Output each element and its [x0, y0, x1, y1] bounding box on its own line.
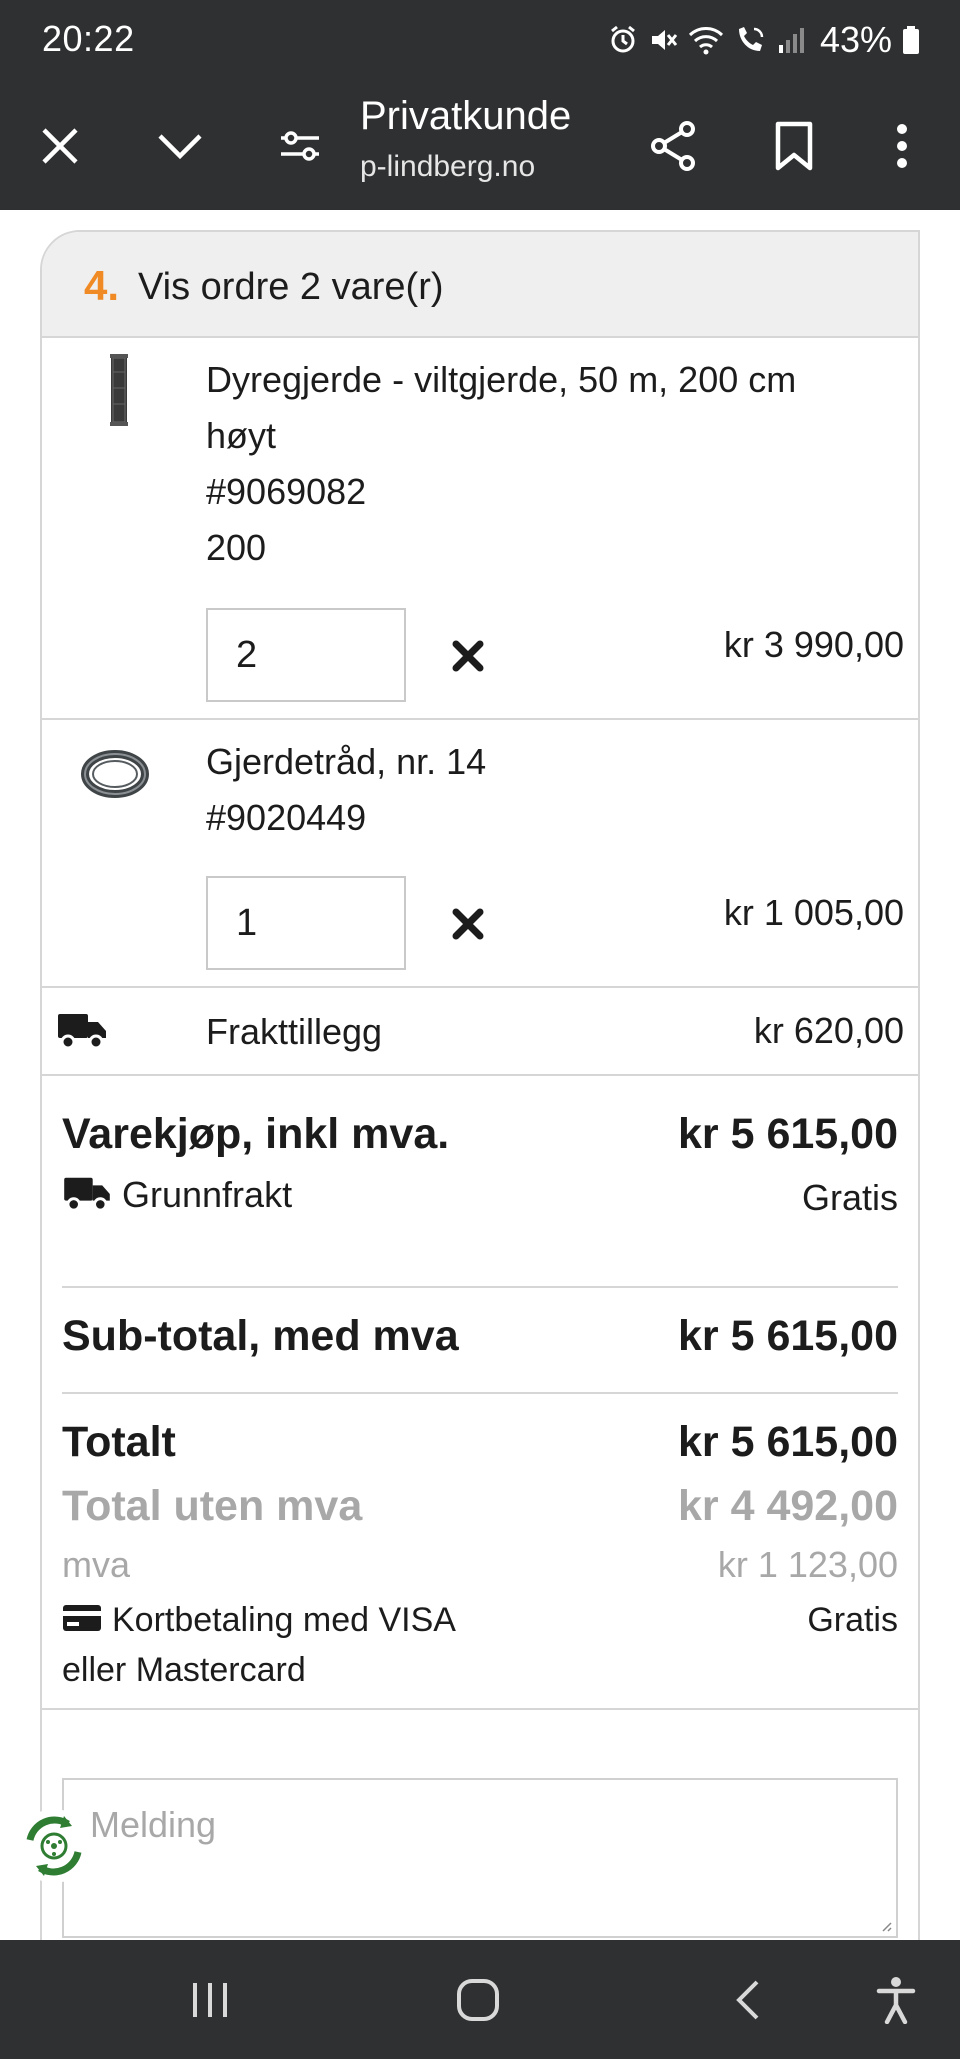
- close-tab-button[interactable]: [30, 116, 90, 176]
- recent-apps-icon: [193, 1983, 227, 2017]
- bookmark-button[interactable]: [764, 116, 824, 176]
- divider: [62, 1286, 898, 1288]
- more-vertical-icon: [897, 124, 907, 168]
- close-icon: [42, 128, 78, 164]
- step-number: 4.: [84, 262, 120, 309]
- home-button[interactable]: [448, 1970, 508, 2030]
- credit-card-icon: [62, 1598, 102, 1646]
- battery-icon: [902, 25, 920, 55]
- item-name[interactable]: Gjerdetråd, nr. 14: [206, 734, 486, 790]
- item-sku: #9020449: [206, 797, 367, 838]
- product-image[interactable]: [104, 352, 134, 428]
- tune-icon: [281, 131, 319, 161]
- alarm-icon: [608, 25, 638, 55]
- share-button[interactable]: [644, 116, 704, 176]
- page-content[interactable]: 4. Vis ordre 2 vare(r) Dyregjerde - vilt…: [0, 210, 960, 1940]
- payment-line: Kortbetaling med VISA eller Mastercard G…: [62, 1596, 898, 1694]
- mute-icon: [648, 25, 678, 55]
- total-value: kr 5 615,00: [678, 1418, 898, 1466]
- remove-icon: [452, 640, 484, 672]
- item-name[interactable]: Dyregjerde - viltgjerde, 50 m, 200 cm: [206, 352, 796, 408]
- chevron-down-icon: [158, 134, 202, 160]
- purchase-total-line: Varekjøp, inkl mva. kr 5 615,00: [62, 1110, 898, 1159]
- total-line: Totalt kr 5 615,00: [62, 1418, 898, 1467]
- recent-apps-button[interactable]: [180, 1970, 240, 2030]
- subtotal-label: Sub-total, med mva: [62, 1312, 459, 1360]
- order-panel: 4. Vis ordre 2 vare(r) Dyregjerde - vilt…: [40, 230, 920, 1940]
- payment-label: Kortbetaling med VISA: [112, 1601, 456, 1639]
- share-icon: [651, 121, 695, 171]
- page-title: Privatkunde: [360, 94, 572, 138]
- total-label: Totalt: [62, 1418, 176, 1466]
- freight-price: kr 620,00: [753, 1010, 904, 1051]
- signal-icon: [776, 25, 806, 55]
- divider: [42, 1708, 918, 1710]
- vat-line: mva kr 1 123,00: [62, 1544, 898, 1586]
- bookmark-icon: [775, 121, 813, 171]
- payment-method: Kortbetaling med VISA eller Mastercard: [62, 1596, 456, 1694]
- item-price: kr 1 005,00: [723, 892, 904, 933]
- quantity-input[interactable]: 2: [206, 608, 406, 702]
- remove-item-button[interactable]: [448, 904, 488, 944]
- base-freight-value: Gratis: [801, 1176, 898, 1218]
- minimize-tab-button[interactable]: [150, 116, 210, 176]
- status-bar: 20:22 43%: [0, 0, 960, 80]
- freight-label: Frakttillegg: [206, 1011, 383, 1052]
- total-ex-vat-line: Total uten mva kr 4 492,00: [62, 1482, 898, 1531]
- order-panel-header[interactable]: 4. Vis ordre 2 vare(r): [42, 232, 918, 338]
- quantity-input[interactable]: 1: [206, 876, 406, 970]
- battery-percent: 43%: [819, 19, 892, 60]
- base-freight: Grunnfrakt: [62, 1174, 292, 1221]
- site-settings-button[interactable]: [270, 116, 330, 176]
- item-variant: 200: [206, 527, 267, 568]
- total-ex-vat-label: Total uten mva: [62, 1482, 363, 1530]
- more-options-button[interactable]: [872, 116, 932, 176]
- vat-label: mva: [62, 1544, 131, 1585]
- vat-value: kr 1 123,00: [717, 1544, 898, 1585]
- accessibility-button[interactable]: [866, 1970, 926, 2030]
- item-details: Gjerdetråd, nr. 14 #9020449: [206, 734, 486, 846]
- subtotal-line: Sub-total, med mva kr 5 615,00: [62, 1312, 898, 1361]
- status-time: 20:22: [42, 18, 135, 59]
- purchase-label: Varekjøp, inkl mva.: [62, 1110, 450, 1158]
- remove-item-button[interactable]: [448, 636, 488, 676]
- truck-icon: [62, 1174, 112, 1221]
- freight-row: Frakttillegg kr 620,00: [42, 988, 918, 1076]
- back-button[interactable]: [718, 1970, 778, 2030]
- accessibility-icon: [876, 1977, 916, 2024]
- order-item-row: Dyregjerde - viltgjerde, 50 m, 200 cm hø…: [42, 338, 918, 720]
- home-icon: [457, 1979, 499, 2021]
- total-ex-vat-value: kr 4 492,00: [678, 1482, 898, 1530]
- wifi-calling-icon: [734, 25, 766, 55]
- product-image[interactable]: [80, 746, 150, 802]
- subtotal-value: kr 5 615,00: [678, 1312, 898, 1360]
- wifi-icon: [688, 25, 724, 55]
- page-url[interactable]: p-lindberg.no: [360, 150, 535, 184]
- item-sku: #9069082: [206, 471, 367, 512]
- system-nav-bar: [0, 1940, 960, 2059]
- payment-label-cont: eller Mastercard: [62, 1651, 306, 1690]
- divider: [62, 1392, 898, 1394]
- purchase-value: kr 5 615,00: [678, 1110, 898, 1158]
- status-icons: 43%: [608, 18, 920, 62]
- resize-handle-icon: [882, 1922, 892, 1932]
- order-panel-title: Vis ordre 2 vare(r): [138, 266, 444, 308]
- base-freight-line: Grunnfrakt Gratis: [62, 1174, 898, 1221]
- item-price: kr 3 990,00: [723, 624, 904, 665]
- back-icon: [736, 1980, 759, 2020]
- order-item-row: Gjerdetråd, nr. 14 #9020449 1 kr 1 005,0…: [42, 720, 918, 988]
- browser-toolbar: Privatkunde p-lindberg.no: [0, 80, 960, 210]
- truck-icon: [56, 1010, 108, 1055]
- message-placeholder: Melding: [90, 1804, 217, 1845]
- remove-icon: [452, 908, 484, 940]
- item-details: Dyregjerde - viltgjerde, 50 m, 200 cm hø…: [206, 352, 796, 576]
- eco-badge-icon[interactable]: [14, 1806, 94, 1886]
- payment-value: Gratis: [807, 1601, 898, 1639]
- base-freight-label: Grunnfrakt: [122, 1174, 293, 1216]
- message-input[interactable]: Melding: [62, 1778, 898, 1938]
- item-name-cont[interactable]: høyt: [206, 408, 796, 464]
